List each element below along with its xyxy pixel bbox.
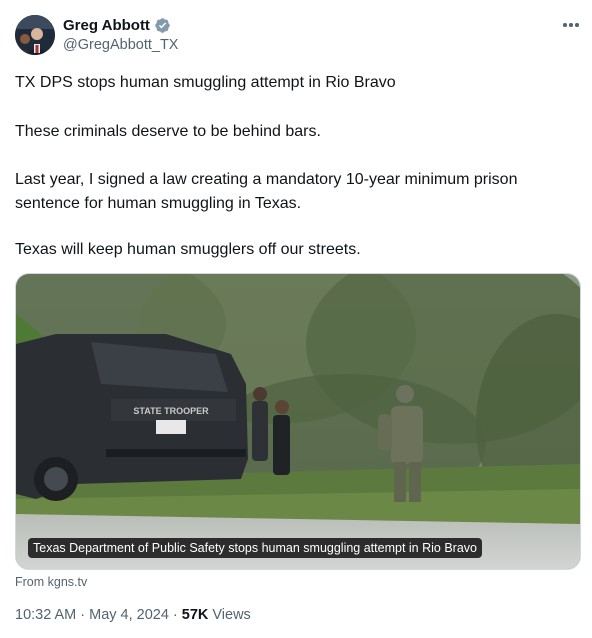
- meta-separator: ·: [80, 607, 86, 623]
- meta-separator: ·: [172, 607, 178, 623]
- more-dot: [569, 23, 573, 27]
- video-caption: Texas Department of Public Safety stops …: [28, 538, 482, 558]
- video-frame: STATE TROOPER: [16, 274, 580, 569]
- avatar[interactable]: [15, 15, 55, 55]
- more-dot: [563, 23, 567, 27]
- verified-badge-icon: [155, 17, 170, 33]
- views-label[interactable]: Views: [212, 607, 250, 623]
- tweet-paragraph: TX DPS stops human smuggling attempt in …: [15, 74, 396, 91]
- media-source-link[interactable]: From kgns.tv: [15, 575, 87, 589]
- author-name-row[interactable]: Greg Abbott: [63, 16, 171, 34]
- vehicle-label: STATE TROOPER: [133, 406, 209, 416]
- author-handle[interactable]: @GregAbbott_TX: [63, 37, 178, 53]
- tweet-paragraph: These criminals deserve to be behind bar…: [15, 123, 321, 140]
- video-media[interactable]: STATE TROOPER Texas Department of Public…: [15, 273, 581, 570]
- tweet-paragraph: Texas will keep human smugglers off our …: [15, 241, 361, 258]
- more-dot: [575, 23, 579, 27]
- tweet-time[interactable]: 10:32 AM: [15, 607, 76, 623]
- views-count[interactable]: 57K: [182, 607, 209, 623]
- tweet-date[interactable]: May 4, 2024: [89, 607, 169, 623]
- tweet-meta: 10:32 AM · May 4, 2024 · 57K Views: [15, 607, 251, 623]
- tweet-card: Greg Abbott @GregAbbott_TX TX DPS stops …: [0, 0, 592, 638]
- more-options-icon[interactable]: [560, 16, 582, 34]
- tweet-paragraph: Last year, I signed a law creating a man…: [15, 171, 518, 212]
- author-display-name[interactable]: Greg Abbott: [63, 17, 150, 34]
